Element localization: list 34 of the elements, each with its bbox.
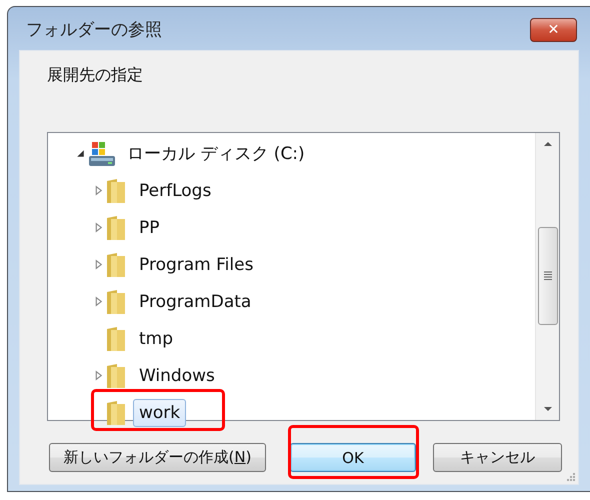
cancel-button[interactable]: キャンセル [433,443,562,472]
scroll-down-icon[interactable] [542,406,552,412]
tree-item[interactable]: tmp [133,324,180,352]
expand-arrow-icon[interactable] [93,296,104,307]
folder-icon [105,288,127,314]
ok-button[interactable]: OK [290,443,416,472]
new-folder-button[interactable]: 新しいフォルダーの作成(N) [49,443,266,472]
folder-icon [105,252,127,278]
expand-arrow-icon[interactable] [93,185,104,196]
grip-icon [544,270,552,280]
folder-icon [105,326,127,352]
folder-icon [105,362,127,388]
tree-item[interactable]: PerfLogs [133,176,218,204]
folder-icon [105,400,127,426]
expand-arrow-icon[interactable] [93,370,104,381]
folder-icon [105,214,127,240]
expand-arrow-icon[interactable] [93,222,104,233]
window-title: フォルダーの参照 [26,19,162,41]
drive-icon [87,140,117,168]
scroll-thumb[interactable] [538,226,558,324]
tree-item[interactable]: Program Files [133,250,260,278]
scroll-up-icon[interactable] [542,141,552,147]
tree-item[interactable]: work [133,398,186,426]
scrollbar[interactable] [535,133,559,420]
instruction-text: 展開先の指定 [47,65,144,86]
resize-grip-icon[interactable] [565,471,575,481]
close-button[interactable]: ✕ [530,18,577,42]
tree-item[interactable]: ProgramData [133,288,258,316]
tree-item[interactable]: PP [133,214,166,242]
collapse-arrow-icon[interactable] [75,148,86,159]
tree-item[interactable]: Windows [133,362,221,390]
folder-icon [105,178,127,204]
expand-arrow-icon[interactable] [93,259,104,270]
tree-item[interactable]: ローカル ディスク (C:) [121,138,311,169]
